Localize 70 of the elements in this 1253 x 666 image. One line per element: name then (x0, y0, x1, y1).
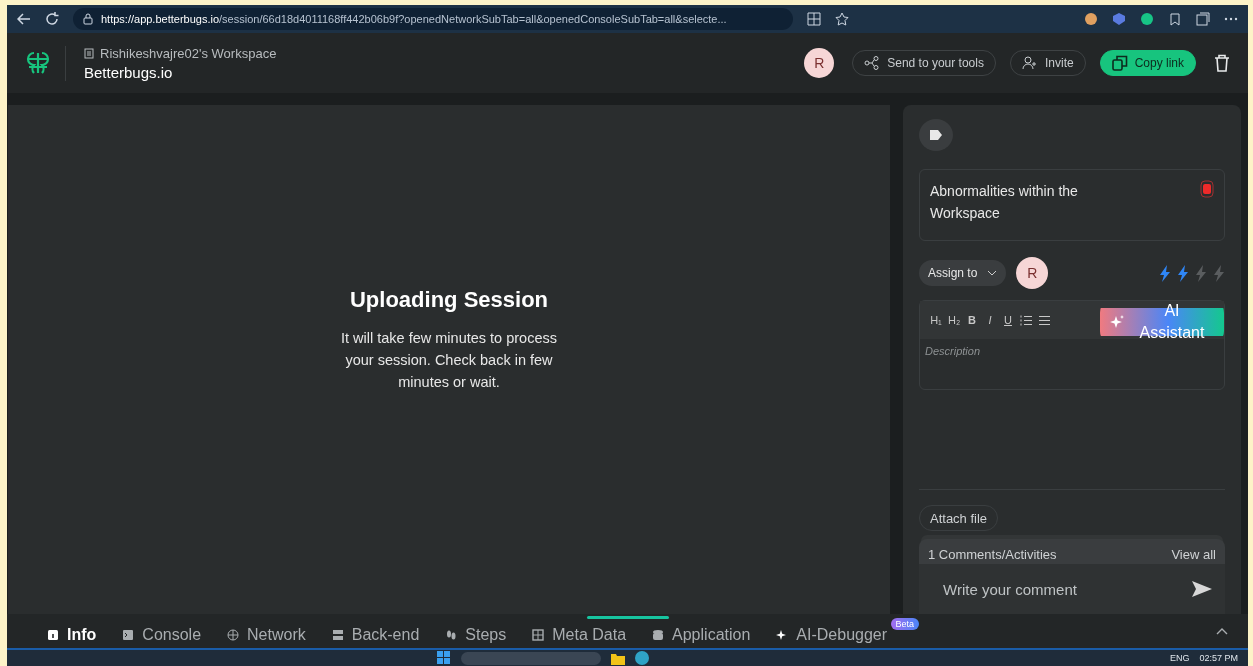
lock-icon (83, 13, 93, 25)
numbered-list-icon[interactable] (1020, 314, 1032, 326)
resize-handle[interactable] (587, 616, 669, 619)
lightning-icon (1195, 264, 1207, 282)
lightning-icon (1177, 264, 1189, 282)
browser-icon[interactable] (635, 651, 649, 665)
add-user-icon (1021, 56, 1038, 70)
copy-link-button[interactable]: Copy link (1099, 50, 1196, 76)
upload-message: It will take few minutes to process your session. Check back in few minutes or wait. (340, 328, 558, 392)
send-icon[interactable] (1191, 580, 1213, 598)
tag-icon (929, 129, 943, 141)
heading-one-button[interactable]: H₁ (930, 314, 942, 326)
bullet-list-icon[interactable] (1038, 314, 1050, 326)
sparkle-icon (1110, 315, 1124, 329)
tab[interactable]: Console (112, 618, 212, 644)
chevron-up-icon[interactable] (1216, 627, 1228, 635)
user-avatar[interactable]: R (804, 48, 835, 78)
tab[interactable]: Application (642, 618, 761, 644)
beta-badge: Beta (890, 618, 920, 630)
table-icon (532, 629, 545, 641)
windows-icon[interactable] (437, 651, 451, 665)
clock[interactable]: 02:57 PM (1199, 653, 1238, 663)
building-icon (84, 47, 94, 59)
trash-icon[interactable] (1214, 54, 1230, 72)
assign-dropdown[interactable]: Assign to (919, 260, 1007, 286)
language-indicator[interactable]: ENG (1169, 653, 1190, 663)
tag-button[interactable] (919, 119, 953, 151)
extension-icon[interactable] (1140, 12, 1154, 26)
collections-icon[interactable] (1196, 12, 1210, 26)
comment-box[interactable]: Write your comment (919, 564, 1225, 614)
assignee-avatar[interactable]: R (1016, 257, 1049, 289)
grid-icon[interactable] (807, 12, 821, 26)
share-icon (864, 56, 881, 70)
terminal-icon (122, 629, 135, 641)
tab[interactable]: Steps (435, 618, 517, 644)
logo-icon (25, 50, 51, 76)
bug-title-field[interactable]: Abnormalities within the Workspace (919, 169, 1225, 241)
copy-icon (1111, 55, 1128, 71)
footsteps-icon (445, 629, 458, 641)
server-icon (331, 629, 344, 641)
comments-count: 1 Comments/Activities (928, 547, 1057, 562)
address-bar[interactable]: https://app.betterbugs.io/session/66d18d4011168ff442b06b9f?openedNetworkSubTab=all&openedConsoleSubTab=all&selecte... (73, 8, 793, 30)
underline-button[interactable]: U (1002, 314, 1014, 326)
upload-title: Uploading Session (350, 286, 548, 313)
reload-icon[interactable] (45, 12, 59, 26)
database-icon (652, 629, 665, 641)
heading-two-button[interactable]: H₂ (948, 314, 960, 326)
tab[interactable]: Network (217, 618, 316, 644)
chevron-down-icon (987, 270, 998, 276)
tab[interactable]: Info (37, 618, 107, 644)
priority-rating[interactable] (1159, 264, 1225, 282)
bold-button[interactable]: B (966, 314, 978, 326)
italic-button[interactable]: I (984, 314, 996, 326)
extension-icon[interactable] (1084, 12, 1098, 26)
favorites-icon[interactable] (1168, 12, 1182, 26)
view-all-link[interactable]: View all (1171, 547, 1216, 562)
record-icon (1200, 180, 1214, 198)
tab[interactable]: Back-end (321, 618, 430, 644)
tab[interactable]: Meta Data (522, 618, 637, 644)
extension-icon[interactable] (1112, 12, 1126, 26)
tab[interactable]: AI-Debugger Beta (766, 618, 922, 644)
lightning-icon (1213, 264, 1225, 282)
info-icon (47, 629, 59, 641)
app-name: Betterbugs.io (84, 63, 174, 81)
lightning-icon (1159, 264, 1171, 282)
star-icon[interactable] (835, 12, 849, 26)
back-icon[interactable] (17, 12, 31, 26)
workspace-name: Rishikeshvajre02's Workspace (100, 45, 277, 61)
globe-icon (227, 629, 240, 641)
comment-field[interactable]: Write your comment (941, 579, 1191, 599)
